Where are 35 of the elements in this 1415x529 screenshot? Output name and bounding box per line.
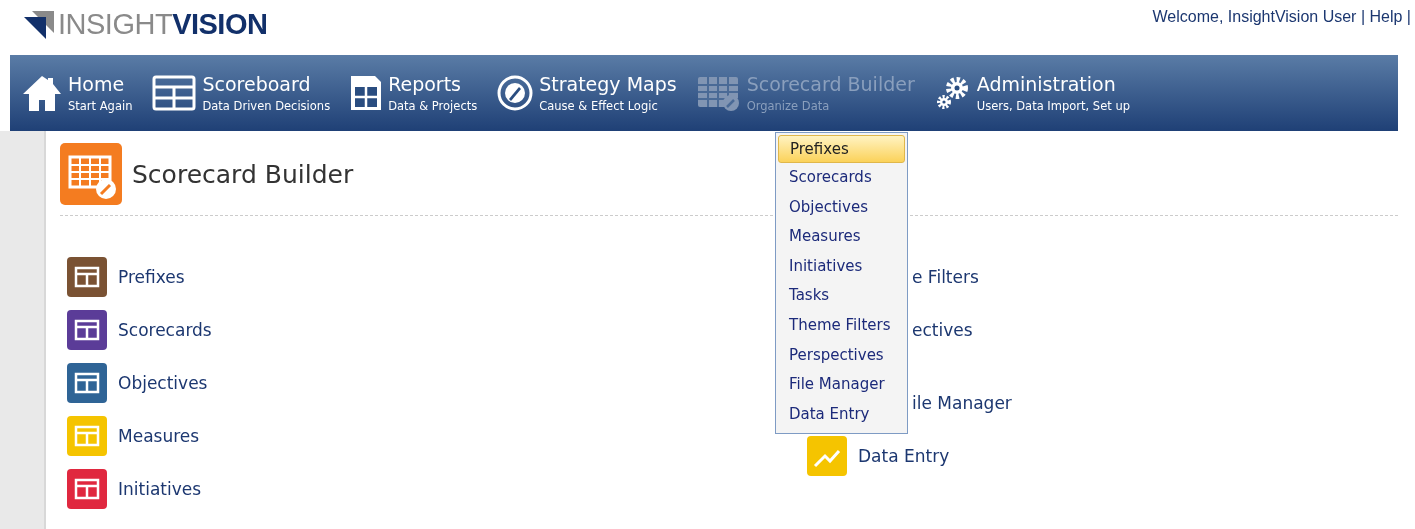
menu-item[interactable]: Theme Filters xyxy=(778,310,905,341)
page-title: Scorecard Builder xyxy=(132,159,354,189)
builder-link[interactable]: e Filters xyxy=(912,266,979,287)
builder-link[interactable]: Measures xyxy=(118,425,200,446)
menu-item[interactable]: Data Entry xyxy=(778,399,905,430)
gears-icon xyxy=(934,75,971,111)
builder-link[interactable]: Initiatives xyxy=(118,478,202,499)
builder-link[interactable]: Objectives xyxy=(118,372,208,393)
nav-item[interactable]: Home Start Again xyxy=(22,71,133,115)
nav-item[interactable]: Strategy Maps Cause & Effect Logic xyxy=(497,71,677,115)
user-links[interactable]: Welcome, InsightVision User | Help | xyxy=(1152,0,1411,26)
builder-link[interactable]: Scorecards xyxy=(118,319,212,340)
menu-item[interactable]: Measures xyxy=(778,222,905,252)
menu-item[interactable]: Tasks xyxy=(778,281,905,311)
table-icon xyxy=(152,75,197,111)
logo-icon xyxy=(24,10,54,39)
grid-wrench-icon xyxy=(696,75,741,111)
builder-link[interactable]: Prefixes xyxy=(118,266,185,287)
builder-link[interactable]: ectives xyxy=(912,319,973,340)
menu-item[interactable]: Prefixes xyxy=(778,135,905,163)
scorecard-builder-icon xyxy=(60,143,122,205)
nav-item[interactable]: Reports Data & Projects xyxy=(350,71,478,115)
builder-link[interactable]: Data Entry xyxy=(858,445,950,466)
compass-icon xyxy=(497,75,534,111)
menu-item[interactable]: Scorecards xyxy=(778,163,905,193)
menu-item[interactable]: Initiatives xyxy=(778,251,905,282)
nav-item[interactable]: Scoreboard Data Driven Decisions xyxy=(152,71,331,115)
builder-link[interactable]: ile Manager xyxy=(912,392,1012,413)
nav-item[interactable]: Administration Users, Data Import, Set up xyxy=(934,71,1130,115)
menu-item[interactable]: Objectives xyxy=(778,192,905,223)
home-icon xyxy=(22,75,62,111)
menu-item[interactable]: Perspectives xyxy=(778,340,905,371)
menu-item[interactable]: File Manager xyxy=(778,370,905,400)
logo-text: INSIGHTVISION xyxy=(58,8,268,41)
document-icon xyxy=(350,75,383,111)
